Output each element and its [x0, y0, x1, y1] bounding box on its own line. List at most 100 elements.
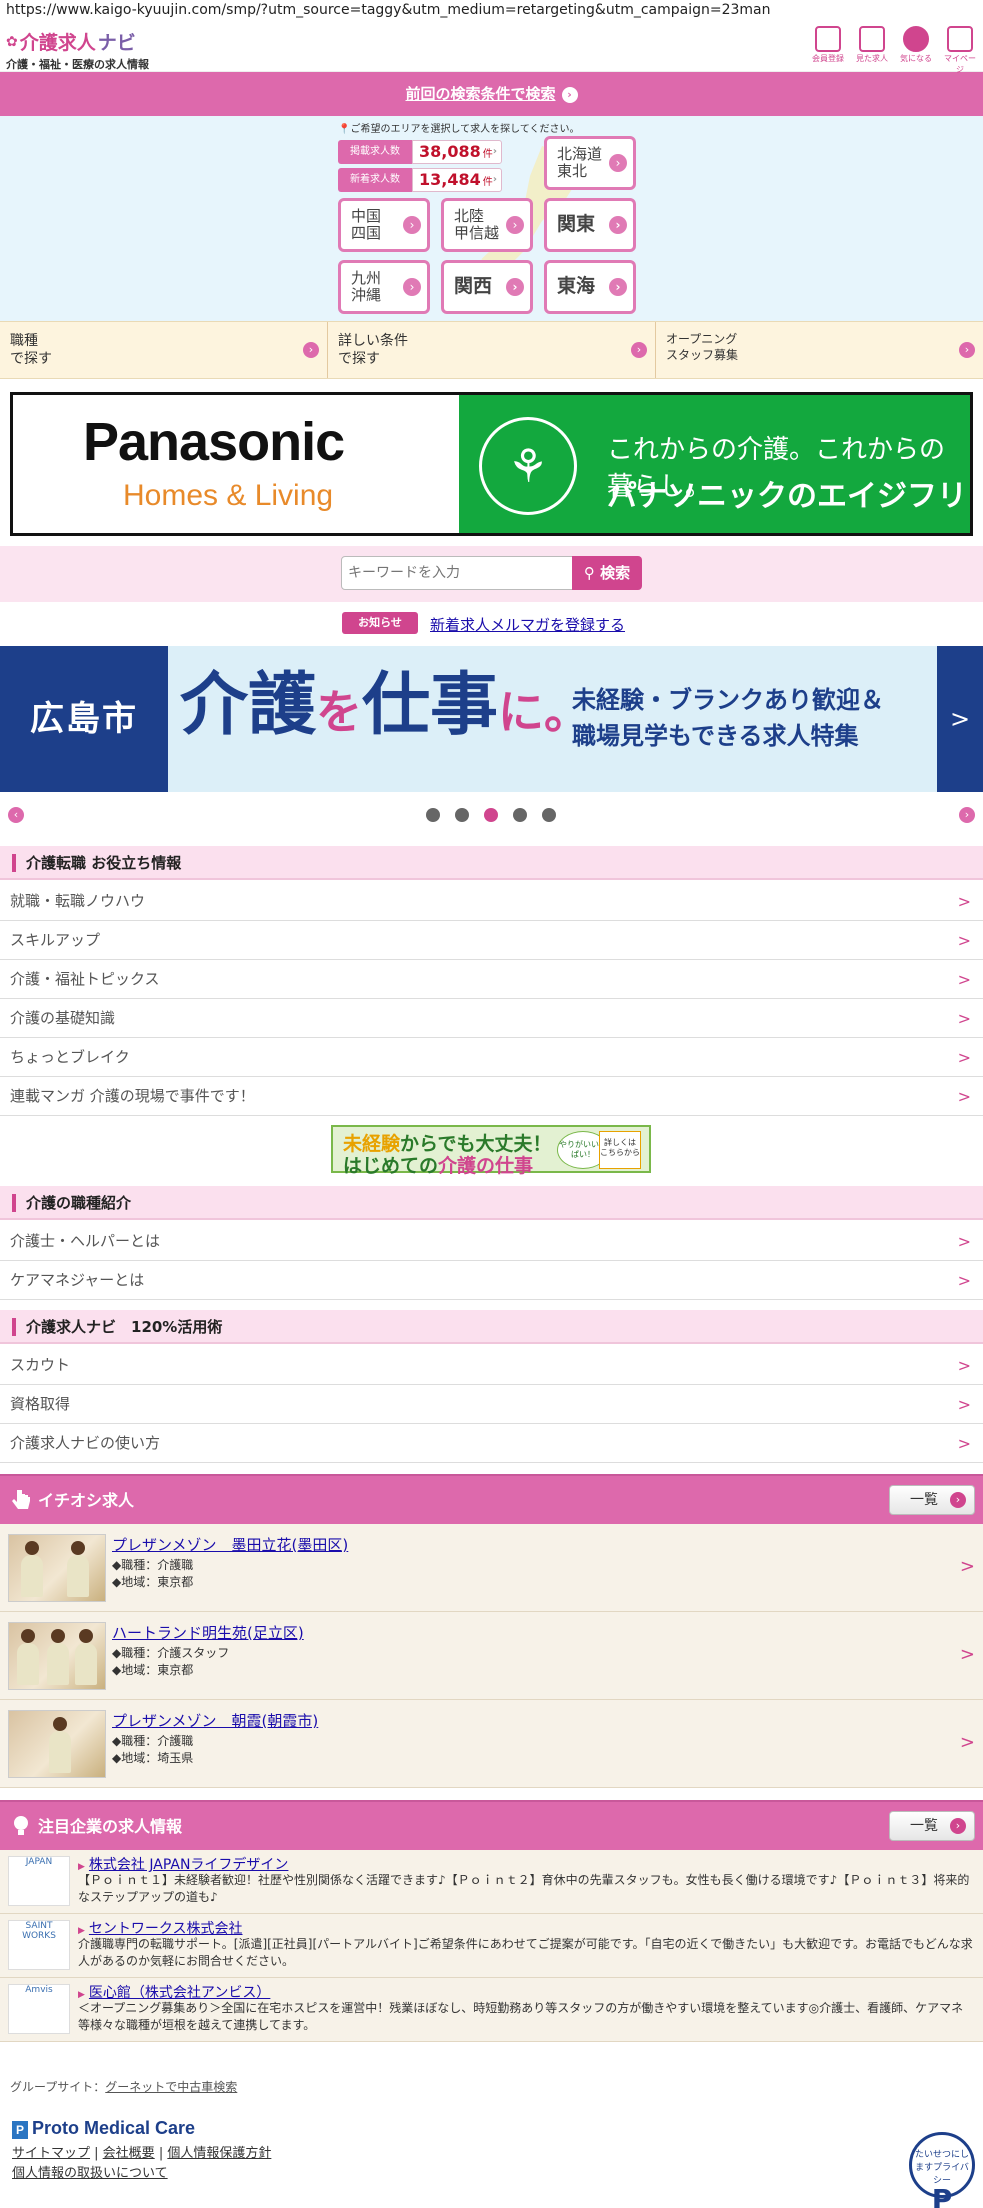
browser-url[interactable]: https://www.kaigo-kyuujin.com/smp/?utm_s… [0, 0, 983, 22]
about-link[interactable]: 会社概要 [103, 2146, 155, 2161]
mikeiken-line2: はじめての介護の仕事 [343, 1155, 534, 1177]
region-kansai[interactable]: 関西 › [441, 260, 533, 314]
hiroshima-subline: 未経験・ブランクあり歓迎＆ 職場見学もできる求人特集 [572, 686, 884, 750]
panasonic-ad-banner[interactable]: Panasonic Homes & Living ⚘ これからの介護。これからの… [10, 392, 973, 558]
list-item[interactable]: スキルアップ > [0, 921, 983, 960]
heart-icon [903, 26, 929, 52]
carousel-dot-active[interactable] [484, 808, 498, 822]
search-by-occupation[interactable]: 職種 で探す › [0, 322, 328, 378]
carousel-dot[interactable] [455, 808, 469, 822]
mypage-button[interactable]: マイページ [941, 26, 979, 75]
job-item[interactable]: プレザンメゾン 朝霞(朝霞市) ◆職種：介護職 ◆地域：埼玉県 > [0, 1700, 983, 1788]
arrow-right-icon: › [609, 216, 627, 234]
privacy-policy-link[interactable]: 個人情報保護方針 [167, 2146, 271, 2161]
arrow-right-icon: › [403, 278, 421, 296]
list-item[interactable]: 介護士・ヘルパーとは > [0, 1222, 983, 1261]
companies-more-button[interactable]: 一覧 › [889, 1811, 975, 1841]
first-care-job-banner[interactable]: 未経験からでも大丈夫！ はじめての介護の仕事 やりがいいっぱい！ 詳しくは こち… [331, 1125, 651, 1177]
featured-jobs-header: イチオシ求人 一覧 › [0, 1474, 983, 1524]
company-logo[interactable]: P Proto Medical Care [12, 2118, 195, 2139]
company-item[interactable]: SAINT WORKS セントワークス株式会社 介護職専門の転職サポート。[派遣… [0, 1914, 983, 1978]
company-logo: JAPAN [8, 1856, 70, 1906]
company-item[interactable]: JAPAN 株式会社 JAPANライフデザイン 【Ｐｏｉｎｔ１】未経験者歓迎！社… [0, 1850, 983, 1914]
chevron-right-icon: > [957, 1271, 971, 1290]
carousel-next-icon[interactable]: › [959, 807, 975, 823]
chevron-right-icon: > [957, 1356, 971, 1375]
header-icons: 会員登録 見た求人 気になる マイページ [809, 26, 979, 75]
chevron-right-icon: > [957, 1009, 971, 1028]
list-item[interactable]: 介護・福祉トピックス > [0, 960, 983, 999]
site-header: ✿ 介護求人 ナビ 介護・福祉・医療の求人情報 会員登録 見た求人 気になる マイペ… [0, 22, 983, 75]
company-desc: ＜オープニング募集あり＞全国に在宅ホスピスを運営中！残業ほぼなし、時短勤務あり等… [78, 2001, 964, 2032]
job-meta: ◆職種：介護職 ◆地域：埼玉県 [112, 1734, 194, 1765]
arrow-right-icon: › [950, 1818, 966, 1834]
hiroshima-city: 広島市 [0, 646, 168, 792]
company-list: JAPAN 株式会社 JAPANライフデザイン 【Ｐｏｉｎｔ１】未経験者歓迎！社… [0, 1850, 983, 2042]
list-item[interactable]: 介護求人ナビの使い方 > [0, 1424, 983, 1463]
arrow-right-icon: › [506, 278, 524, 296]
site-logo[interactable]: ✿ 介護求人 ナビ 介護・福祉・医療の求人情報 [6, 28, 149, 72]
favorites-label: 気になる [900, 54, 932, 63]
job-title[interactable]: プレザンメゾン 墨田立花(墨田区) [112, 1534, 348, 1555]
hiroshima-banner[interactable]: 広島市 介護を仕事に。 未経験・ブランクあり歓迎＆ 職場見学もできる求人特集 > [0, 646, 983, 792]
featured-more-button[interactable]: 一覧 › [889, 1485, 975, 1515]
list-item[interactable]: 連載マンガ 介護の現場で事件です！ > [0, 1077, 983, 1116]
company-logo: Amvis [8, 1984, 70, 2034]
company-name[interactable]: 医心館（株式会社アンビス） [78, 1982, 270, 2002]
featured-companies-header: 注目企業の求人情報 一覧 › [0, 1800, 983, 1850]
keyword-search-button[interactable]: ⚲ 検索 [572, 556, 642, 590]
list-item[interactable]: スカウト > [0, 1346, 983, 1385]
pointing-hand-icon [12, 1490, 30, 1509]
list-item[interactable]: ちょっとブレイク > [0, 1038, 983, 1077]
list-item[interactable]: ケアマネジャーとは > [0, 1261, 983, 1300]
sitemap-link[interactable]: サイトマップ [12, 2146, 90, 2161]
goo-net-link[interactable]: グーネットで中古車検索 [105, 2080, 237, 2094]
search-icon: ⚲ [583, 564, 595, 582]
banner-next-button[interactable]: > [937, 646, 983, 792]
favorites-button[interactable]: 気になる [897, 26, 935, 75]
chevron-right-icon: > [957, 1048, 971, 1067]
carousel-dot[interactable] [542, 808, 556, 822]
region-hokuriku-koshinetsu[interactable]: 北陸 甲信越 › [441, 198, 533, 252]
carousel-dot[interactable] [426, 808, 440, 822]
list-item[interactable]: 就職・転職ノウハウ > [0, 882, 983, 921]
company-name[interactable]: セントワークス株式会社 [78, 1918, 243, 1938]
chevron-right-icon: > [957, 1232, 971, 1251]
arrow-right-icon: › [609, 278, 627, 296]
list-item[interactable]: 資格取得 > [0, 1385, 983, 1424]
region-kanto[interactable]: 関東 › [544, 198, 636, 252]
carousel-prev-icon[interactable]: ‹ [8, 807, 24, 823]
region-tokai[interactable]: 東海 › [544, 260, 636, 314]
arrow-right-icon: › [303, 342, 319, 358]
keyword-input[interactable] [341, 556, 573, 590]
list-item[interactable]: 介護の基礎知識 > [0, 999, 983, 1038]
job-title[interactable]: ハートランド明生苑(足立区) [112, 1622, 304, 1643]
carousel-dot[interactable] [513, 808, 527, 822]
job-item[interactable]: ハートランド明生苑(足立区) ◆職種：介護スタッフ ◆地域：東京都 > [0, 1612, 983, 1700]
mailmag-register-link[interactable]: 新着求人メルマガを登録する [430, 614, 625, 635]
mypage-label: マイページ [944, 54, 976, 74]
job-item[interactable]: プレザンメゾン 墨田立花(墨田区) ◆職種：介護職 ◆地域：東京都 > [0, 1524, 983, 1612]
company-item[interactable]: Amvis 医心館（株式会社アンビス） ＜オープニング募集あり＞全国に在宅ホスピ… [0, 1978, 983, 2042]
site-footer: グループサイト：グーネットで中古車検索 P Proto Medical Care … [0, 2072, 983, 2208]
chevron-right-icon: > [957, 1087, 971, 1106]
region-hokkaido-tohoku[interactable]: 北海道 東北 › [544, 136, 636, 190]
area-selector: 📍ご希望のエリアを選択して求人を探してください。 掲載求人数 38,088 件 › … [0, 116, 983, 321]
job-title[interactable]: プレザンメゾン 朝霞(朝霞市) [112, 1710, 318, 1731]
group-sites: グループサイト：グーネットで中古車検索 [10, 2080, 238, 2094]
featured-jobs-title: イチオシ求人 [38, 1491, 135, 1510]
member-register-button[interactable]: 会員登録 [809, 26, 847, 75]
region-kyushu-okinawa[interactable]: 九州 沖縄 › [338, 260, 430, 314]
chevron-right-icon: > [959, 1644, 975, 1665]
job-photo [8, 1622, 106, 1690]
footer-links: サイトマップ | 会社概要 | 個人情報保護方針 個人情報の取扱いについて [12, 2146, 272, 2181]
company-logo: SAINT WORKS [8, 1920, 70, 1970]
search-by-conditions[interactable]: 詳しい条件 で探す › [328, 322, 656, 378]
opening-staff[interactable]: オープニング スタッフ募集 › [656, 322, 983, 378]
viewed-jobs-button[interactable]: 見た求人 [853, 26, 891, 75]
personal-info-link[interactable]: 個人情報の取扱いについて [12, 2166, 168, 2181]
company-name[interactable]: 株式会社 JAPANライフデザイン [78, 1854, 289, 1874]
chevron-right-icon: > [957, 1434, 971, 1453]
prev-search-button[interactable]: 前回の検索条件で検索 › [0, 72, 983, 116]
region-chugoku-shikoku[interactable]: 中国 四国 › [338, 198, 430, 252]
